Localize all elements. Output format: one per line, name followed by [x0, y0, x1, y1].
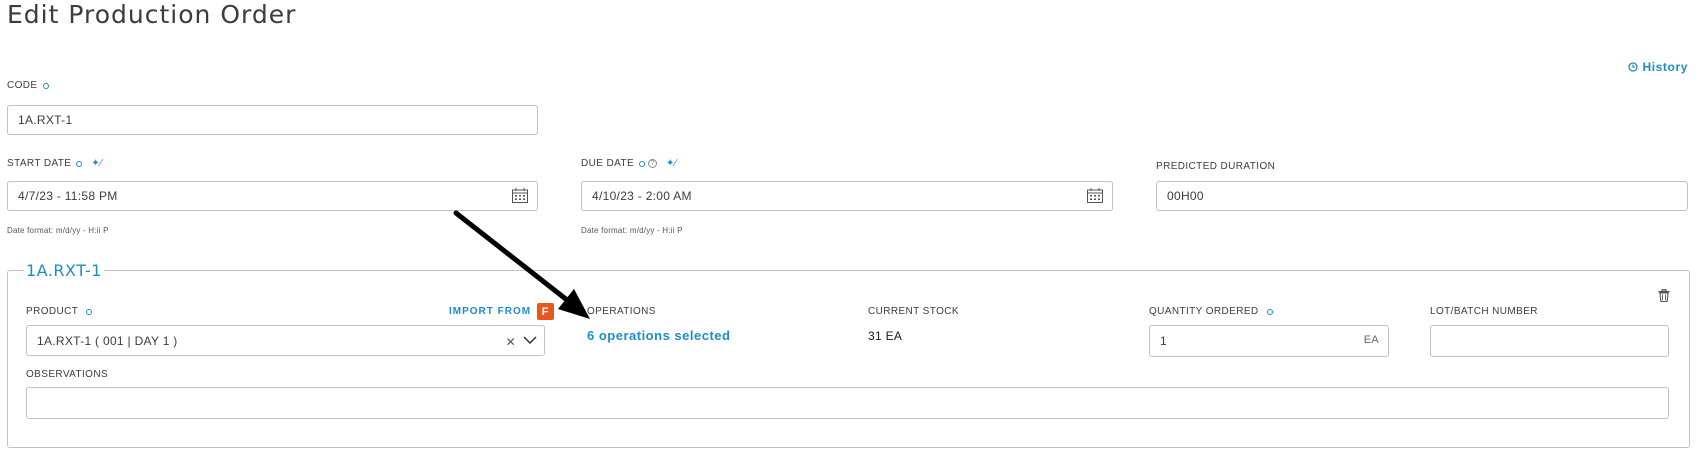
required-dot-icon — [42, 82, 49, 89]
lot-batch-input[interactable] — [1430, 325, 1669, 357]
due-date-input[interactable]: 4/10/23 - 2:00 AM — [581, 181, 1113, 211]
magic-wand-icon[interactable]: ✦∕ — [91, 158, 102, 169]
required-dot-icon — [86, 308, 93, 315]
magic-wand-icon[interactable]: ✦∕ — [666, 158, 677, 169]
chevron-down-icon[interactable] — [523, 335, 537, 345]
quantity-ordered-input[interactable]: 1 EA — [1149, 325, 1389, 357]
start-date-hint: Date format: m/d/yy - H:ii P — [7, 226, 109, 235]
lot-batch-label: LOT/BATCH NUMBER — [1430, 306, 1538, 317]
code-input[interactable]: 1A.RXT-1 — [7, 105, 538, 135]
code-label: CODE — [7, 80, 49, 91]
due-date-value: 4/10/23 - 2:00 AM — [592, 189, 692, 203]
calendar-icon[interactable] — [512, 188, 528, 203]
history-icon — [1628, 62, 1639, 72]
quantity-ordered-value: 1 — [1160, 334, 1167, 348]
required-dot-icon — [1266, 308, 1273, 315]
operations-selected-link[interactable]: 6 operations selected — [587, 328, 730, 343]
product-select[interactable]: 1A.RXT-1 ( 001 | DAY 1 ) ✕ — [26, 325, 545, 356]
quantity-ordered-label: QUANTITY ORDERED — [1149, 306, 1273, 317]
observations-label: OBSERVATIONS — [26, 369, 109, 380]
history-link[interactable]: History — [1628, 60, 1688, 74]
start-date-value: 4/7/23 - 11:58 PM — [18, 189, 118, 203]
order-item-fieldset — [7, 270, 1690, 448]
page-title: Edit Production Order — [7, 0, 297, 29]
predicted-duration-label: PREDICTED DURATION — [1156, 161, 1276, 172]
annotation-arrow — [453, 210, 590, 319]
current-stock-value: 31 EA — [868, 329, 903, 343]
start-date-label: START DATE ✦∕ — [7, 158, 103, 169]
quantity-unit: EA — [1363, 334, 1379, 346]
calendar-icon[interactable] — [1087, 188, 1103, 203]
predicted-duration-input[interactable]: 00H00 — [1156, 181, 1688, 211]
product-label: PRODUCT — [26, 306, 93, 317]
observations-input[interactable] — [26, 387, 1669, 419]
required-dot-icon — [639, 160, 646, 167]
current-stock-label: CURRENT STOCK — [868, 306, 959, 317]
due-date-label: DUE DATE ? ✦∕ — [581, 158, 677, 169]
trash-icon[interactable] — [1658, 289, 1670, 302]
history-label: History — [1642, 60, 1688, 74]
required-dot-icon — [76, 160, 83, 167]
help-icon[interactable]: ? — [648, 159, 658, 168]
clear-icon[interactable]: ✕ — [506, 335, 516, 349]
order-item-legend: 1A.RXT-1 — [24, 261, 104, 280]
product-select-value: 1A.RXT-1 ( 001 | DAY 1 ) — [37, 333, 178, 348]
